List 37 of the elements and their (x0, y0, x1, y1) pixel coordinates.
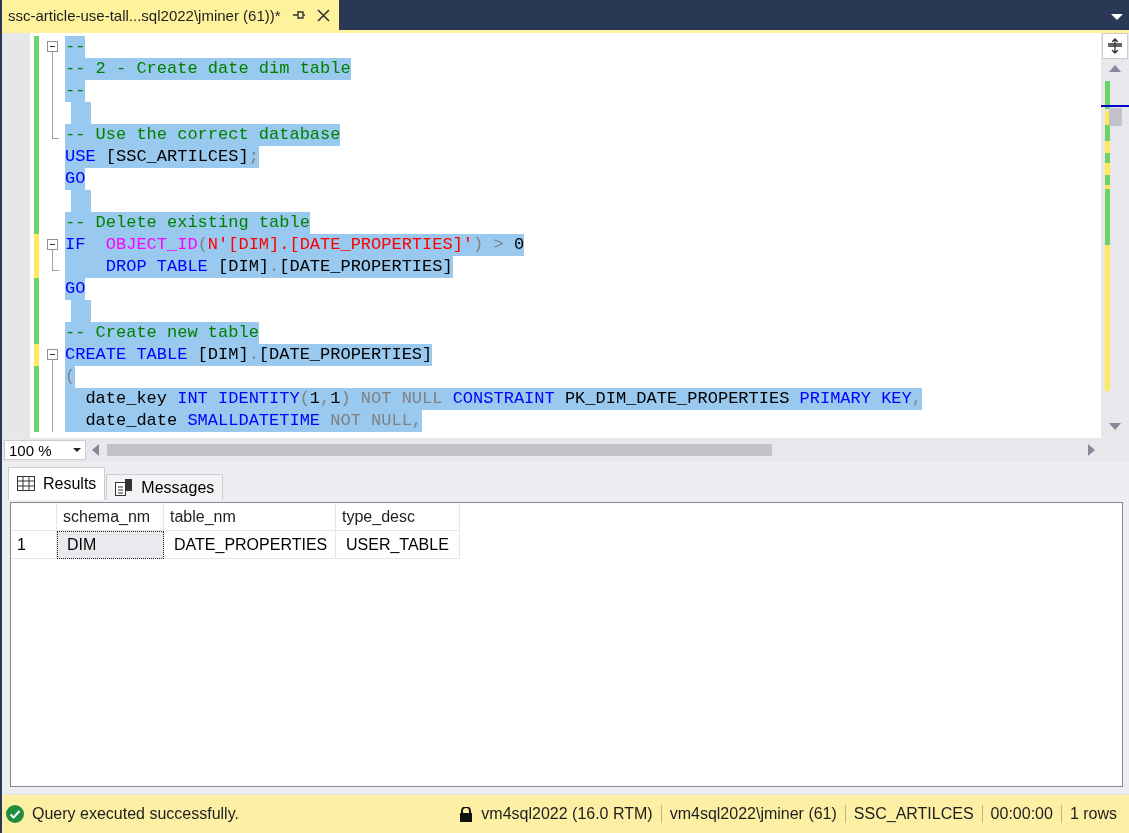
status-message: Query executed successfully. (32, 805, 239, 823)
split-icon (1107, 38, 1123, 54)
scroll-thumb-drawing[interactable] (1101, 105, 1129, 126)
zoom-value: 100 % (9, 441, 52, 459)
column-header[interactable]: type_desc (336, 503, 460, 531)
collapse-icon[interactable] (47, 239, 58, 250)
zoom-dropdown[interactable]: 100 % (4, 440, 86, 460)
results-tab[interactable]: Results (8, 467, 106, 500)
column-header[interactable]: schema_nm (57, 503, 164, 531)
scroll-up-icon[interactable] (1109, 65, 1121, 72)
status-text: vm4sql2022 (16.0 RTM) (481, 805, 653, 823)
table-cell[interactable]: USER_TABLE (336, 531, 460, 559)
table-cell[interactable]: DATE_PROPERTIES (164, 531, 336, 559)
scroll-thumb[interactable] (107, 444, 772, 456)
document-icon (115, 479, 134, 496)
status-text: SSC_ARTILCES (853, 805, 974, 823)
table-cell[interactable]: DIM (57, 531, 164, 559)
tab-title: ssc-article-use-tall...sql2022\jminer (61))* (8, 6, 281, 24)
success-icon (6, 805, 24, 823)
caret-icon (73, 448, 81, 452)
scroll-down-icon[interactable] (1109, 423, 1121, 430)
scroll-right-icon[interactable] (1088, 444, 1095, 456)
collapse-icon[interactable] (47, 41, 58, 52)
status-text: 1 rows (1069, 805, 1117, 823)
split-button[interactable] (1102, 33, 1128, 59)
status-text: vm4sql2022\jminer (61) (669, 805, 837, 823)
dropdown-icon[interactable] (1111, 14, 1123, 20)
lock-icon (459, 806, 474, 822)
status-text: 00:00:00 (990, 805, 1053, 823)
pin-icon[interactable] (290, 8, 306, 22)
grid-icon (17, 475, 35, 493)
collapse-icon[interactable] (47, 349, 58, 360)
scroll-left-icon[interactable] (92, 444, 99, 456)
results-tab[interactable]: Messages (106, 474, 224, 500)
close-icon[interactable] (315, 7, 331, 23)
document-tab[interactable]: ssc-article-use-tall...sql2022\jminer (61))* (2, 0, 339, 30)
column-header[interactable]: table_nm (164, 503, 336, 531)
